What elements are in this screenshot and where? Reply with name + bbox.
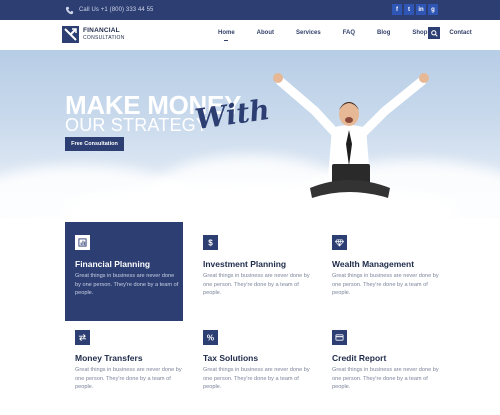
service-title: Financial Planning (75, 259, 151, 269)
phone-contact[interactable]: Call Us +1 (800) 333 44 55 (65, 4, 153, 16)
service-title: Money Transfers (75, 353, 143, 363)
twitter-icon[interactable]: t (404, 4, 414, 15)
linkedin-icon[interactable]: in (416, 4, 426, 15)
diamond-icon (332, 235, 347, 250)
service-card-tax-solutions[interactable]: % Tax Solutions Great things in business… (203, 330, 323, 415)
service-card-wealth-management[interactable]: Wealth Management Great things in busine… (332, 222, 452, 317)
google-plus-icon[interactable]: g (428, 4, 438, 15)
nav-item-contact[interactable]: Contact (449, 30, 471, 36)
chart-icon (75, 235, 90, 250)
service-title: Credit Report (332, 353, 387, 363)
hero-banner: MAKE MONEY OUR STRATEGY With Free Consul… (0, 50, 500, 218)
nav-item-about[interactable]: About (257, 30, 274, 36)
service-title: Wealth Management (332, 259, 415, 269)
svg-text:%: % (207, 334, 214, 342)
service-card-credit-report[interactable]: Credit Report Great things in business a… (332, 330, 452, 415)
nav-item-faq[interactable]: FAQ (343, 30, 355, 36)
facebook-icon[interactable]: f (392, 4, 402, 15)
logo-title: FINANCIAL (83, 27, 120, 35)
service-title: Investment Planning (203, 259, 287, 269)
service-description: Great things in business are never done … (203, 273, 310, 296)
percent-icon: % (203, 330, 218, 345)
top-bar: Call Us +1 (800) 333 44 55 f t in g (0, 0, 500, 20)
logo-subtitle: CONSULTATION (83, 34, 125, 41)
service-card-money-transfers[interactable]: Money Transfers Great things in business… (75, 330, 195, 415)
dollar-icon: $ (203, 235, 218, 250)
phone-number: Call Us +1 (800) 333 44 55 (79, 7, 154, 13)
service-description: Great things in business are never done … (332, 273, 439, 296)
service-title: Tax Solutions (203, 353, 259, 363)
businessman-illustration (273, 73, 429, 198)
nav-menu: Home About Services FAQ Blog Shop Contac… (218, 30, 494, 36)
service-description: Great things in business are never done … (203, 367, 310, 390)
nav-item-blog[interactable]: Blog (377, 30, 390, 36)
main-nav: FINANCIAL CONSULTATION Home About Servic… (0, 20, 500, 50)
search-icon (430, 29, 438, 37)
svg-text:$: $ (208, 239, 213, 247)
logo[interactable]: FINANCIAL CONSULTATION (62, 26, 125, 43)
service-description: Great things in business are never done … (332, 367, 439, 390)
card-icon (332, 330, 347, 345)
service-card-financial-planning[interactable]: Financial Planning Great things in busin… (65, 222, 183, 321)
service-description: Great things in business are never done … (75, 367, 182, 390)
nav-item-services[interactable]: Services (296, 30, 321, 36)
service-card-investment-planning[interactable]: $ Investment Planning Great things in bu… (203, 222, 323, 317)
transfer-icon (75, 330, 90, 345)
service-description: Great things in business are never done … (75, 273, 179, 296)
phone-icon (65, 6, 74, 14)
social-links: f t in g (392, 4, 438, 15)
hero-subheadline: OUR STRATEGY (65, 115, 209, 135)
search-button[interactable] (428, 27, 440, 39)
logo-mark-icon (62, 26, 79, 43)
nav-item-home[interactable]: Home (218, 30, 235, 36)
free-consultation-button[interactable]: Free Consultation (65, 137, 124, 151)
nav-item-shop[interactable]: Shop (412, 30, 427, 36)
